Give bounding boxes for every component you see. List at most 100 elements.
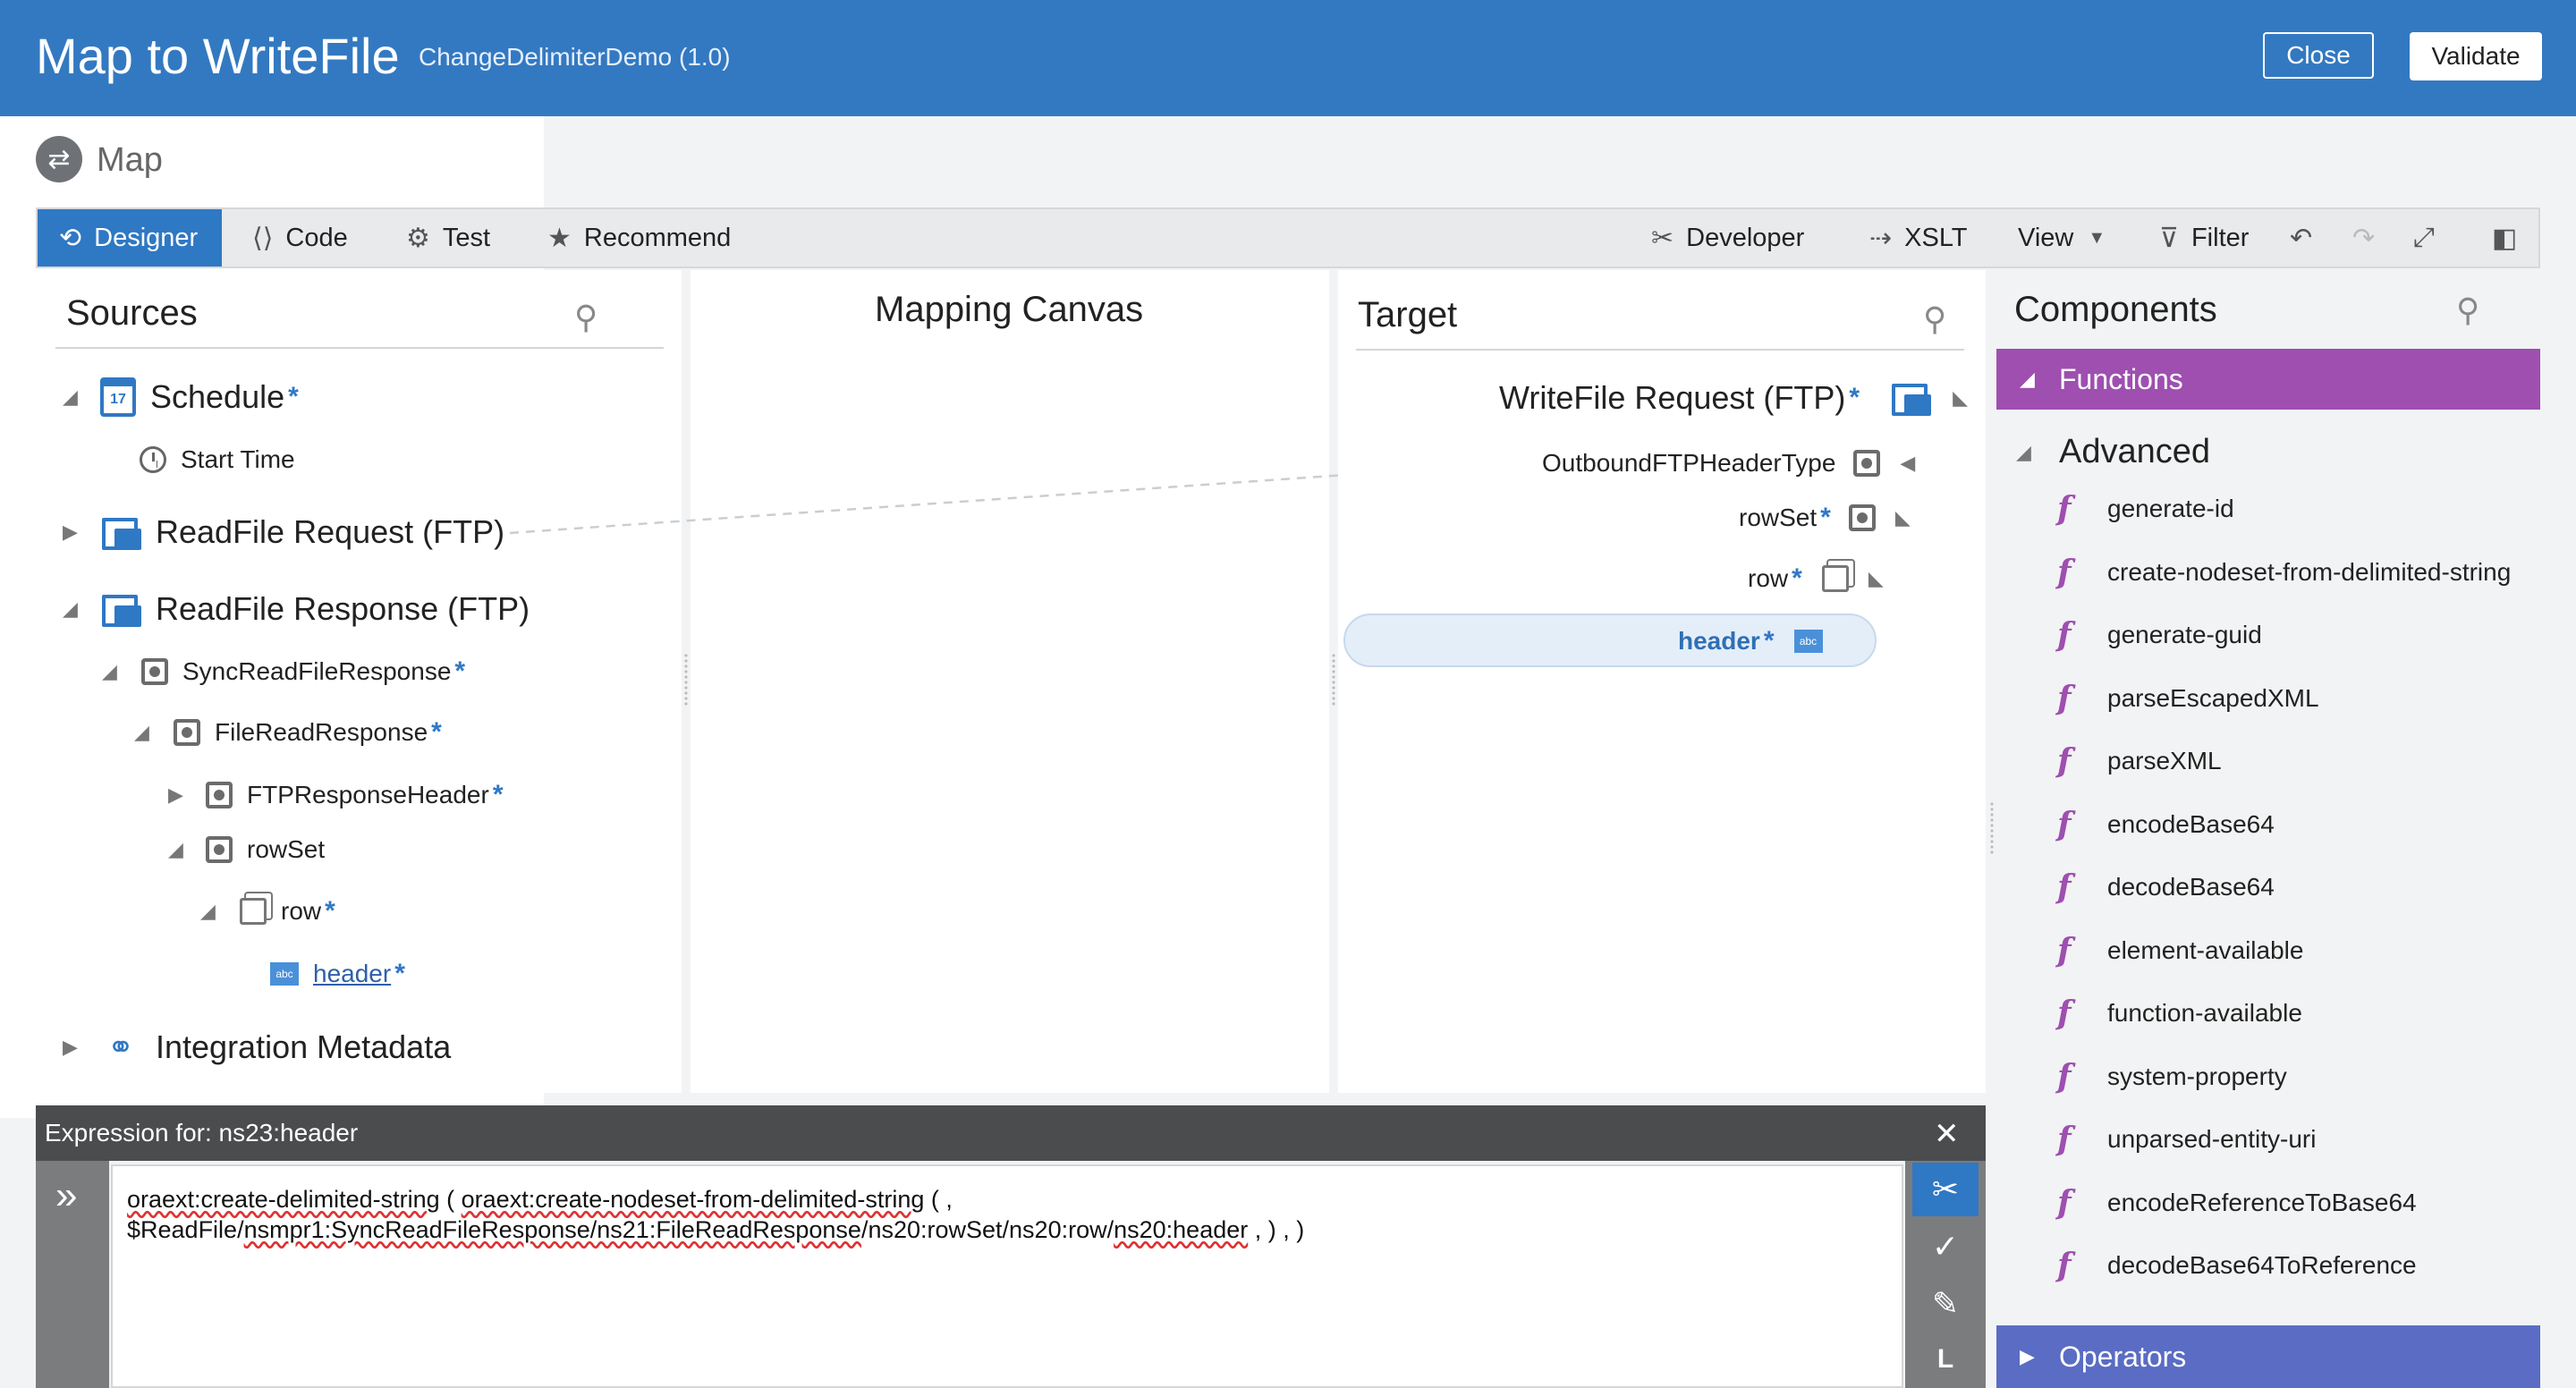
source-readfile-response[interactable]: ◢ ReadFile Response (FTP)	[63, 590, 530, 628]
required-marker: *	[431, 717, 442, 747]
required-marker: *	[1792, 563, 1802, 593]
function-item[interactable]: f parseXML	[2057, 742, 2222, 780]
ftp-icon	[1890, 380, 1932, 416]
target-writefile-request[interactable]: WriteFile Request (FTP) * ◣	[1499, 379, 1974, 417]
functions-section-header[interactable]: ◢ Functions	[1996, 349, 2540, 410]
operators-section-header[interactable]: ▶ Operators	[1996, 1325, 2540, 1388]
close-button[interactable]: Close	[2263, 32, 2374, 79]
function-item[interactable]: f system-property	[2057, 1058, 2287, 1096]
target-rowset-label: rowSet	[1739, 504, 1818, 531]
operators-label: Operators	[2059, 1340, 2187, 1373]
source-file-read-response[interactable]: ◢ FileReadResponse *	[134, 717, 442, 748]
tab-code[interactable]: ⟨⟩ Code	[252, 209, 348, 267]
required-marker: *	[394, 959, 405, 988]
collapse-icon[interactable]: ◢	[63, 597, 84, 621]
chevron-right-icon[interactable]: »	[55, 1173, 77, 1218]
xslt-button[interactable]: ⇢ XSLT	[1869, 209, 1968, 267]
collapse-icon[interactable]: ◢	[102, 660, 123, 683]
required-marker: *	[1763, 626, 1775, 656]
source-readfile-request[interactable]: ▶ ReadFile Request (FTP)	[63, 513, 504, 551]
mapping-canvas[interactable]	[691, 270, 1329, 1093]
function-item[interactable]: f function-available	[2057, 994, 2302, 1032]
expand-icon[interactable]: ▶	[63, 1036, 84, 1059]
tools-icon: ✂	[1651, 223, 1674, 253]
panel-toggle-button[interactable]: ◧	[2492, 209, 2529, 267]
source-readfile-request-label: ReadFile Request (FTP)	[156, 513, 505, 550]
expand-button[interactable]: ⤢	[2413, 209, 2447, 267]
expand-left-icon[interactable]: ◀	[1900, 452, 1921, 475]
source-sync-read-file-response[interactable]: ◢ SyncReadFileResponse *	[102, 656, 465, 687]
validate-button[interactable]: Validate	[2410, 32, 2542, 80]
tab-test[interactable]: ⚙ Test	[406, 209, 490, 267]
function-icon: f	[2057, 1247, 2072, 1284]
element-icon	[1848, 504, 1876, 531]
collapse-icon[interactable]: ◢	[63, 385, 84, 409]
advanced-group[interactable]: ◢ Advanced	[2016, 433, 2210, 471]
source-header[interactable]: abc header *	[270, 959, 405, 989]
tab-recommend[interactable]: ★ Recommend	[547, 209, 731, 267]
developer-button[interactable]: ✂ Developer	[1651, 209, 1804, 267]
function-item[interactable]: f encodeBase64	[2057, 806, 2275, 843]
close-icon[interactable]: ✕	[1934, 1116, 1960, 1152]
search-icon[interactable]: ⚲	[574, 299, 597, 336]
function-item[interactable]: f parseEscapedXML	[2057, 680, 2319, 717]
splitter-handle[interactable]	[1989, 801, 1995, 855]
tab-recommend-label: Recommend	[583, 223, 732, 252]
expression-editor[interactable]: oraext:create-delimited-string ( oraext:…	[111, 1164, 1903, 1388]
view-menu[interactable]: View ▼	[2018, 209, 2118, 267]
target-outbound-ftp-header-type[interactable]: OutboundFTPHeaderType ◀	[1542, 449, 1921, 478]
l-icon[interactable]: L	[1912, 1333, 1979, 1386]
target-row[interactable]: row * ◣	[1748, 563, 1890, 594]
collapse-icon[interactable]: ◢	[168, 838, 190, 861]
redo-button[interactable]: ↷	[2352, 209, 2387, 267]
eraser-icon[interactable]: ✎	[1912, 1277, 1979, 1331]
repeating-element-icon	[240, 898, 267, 925]
function-icon: f	[2057, 932, 2072, 969]
function-item[interactable]: f create-nodeset-from-delimited-string	[2057, 554, 2511, 591]
gear-icon: ⚙	[406, 223, 430, 253]
check-icon[interactable]: ✓	[1912, 1220, 1979, 1274]
sources-title: Sources	[66, 293, 198, 333]
target-rowset[interactable]: rowSet * ◣	[1739, 503, 1917, 533]
collapse-icon[interactable]: ◣	[1953, 386, 1974, 410]
splitter-handle[interactable]	[1331, 653, 1336, 707]
function-item[interactable]: f unparsed-entity-uri	[2057, 1121, 2316, 1158]
expr-token: oraext:create-delimited-string	[127, 1186, 440, 1213]
tools-icon[interactable]: ✂	[1912, 1163, 1979, 1216]
search-icon[interactable]: ⚲	[1923, 300, 1946, 338]
expand-icon[interactable]: ▶	[63, 520, 84, 544]
expand-icon: ⤢	[2413, 223, 2435, 252]
collapse-icon[interactable]: ◢	[134, 721, 156, 744]
expression-header: Expression for: ns23:header	[36, 1105, 1986, 1161]
collapse-icon: ◢	[2020, 368, 2035, 390]
function-label: parseEscapedXML	[2107, 684, 2319, 712]
source-start-time[interactable]: Start Time	[140, 445, 295, 474]
source-readfile-response-label: ReadFile Response (FTP)	[156, 590, 530, 627]
function-item[interactable]: f decodeBase64ToReference	[2057, 1247, 2417, 1284]
ftp-icon	[100, 514, 141, 550]
collapse-icon[interactable]: ◢	[200, 900, 222, 923]
function-label: system-property	[2107, 1062, 2287, 1090]
source-row[interactable]: ◢ row *	[200, 896, 335, 927]
function-item[interactable]: f generate-id	[2057, 490, 2234, 528]
source-integration-metadata[interactable]: ▶ ⚭ Integration Metadata	[63, 1028, 451, 1066]
tab-designer[interactable]: ⟲ Designer	[38, 209, 222, 267]
source-schedule[interactable]: ◢ 17 Schedule *	[63, 377, 299, 417]
function-item[interactable]: f encodeReferenceToBase64	[2057, 1184, 2417, 1222]
collapse-icon[interactable]: ◣	[1895, 506, 1917, 529]
function-item[interactable]: f element-available	[2057, 932, 2303, 969]
expand-icon[interactable]: ▶	[168, 783, 190, 807]
function-label: encodeBase64	[2107, 810, 2275, 838]
xslt-label: XSLT	[1904, 223, 1968, 252]
splitter-handle[interactable]	[683, 653, 689, 707]
undo-button[interactable]: ↶	[2290, 209, 2325, 267]
function-item[interactable]: f decodeBase64	[2057, 868, 2275, 906]
source-ftp-response-header[interactable]: ▶ FTPResponseHeader *	[168, 780, 504, 810]
metadata-icon: ⚭	[106, 1028, 135, 1065]
search-icon[interactable]: ⚲	[2456, 292, 2479, 329]
filter-button[interactable]: ⊽ Filter	[2159, 209, 2249, 267]
function-item[interactable]: f generate-guid	[2057, 616, 2262, 654]
collapse-icon[interactable]: ◣	[1868, 567, 1890, 590]
target-header[interactable]: header * abc	[1678, 626, 1837, 656]
source-rowset[interactable]: ◢ rowSet	[168, 835, 325, 864]
